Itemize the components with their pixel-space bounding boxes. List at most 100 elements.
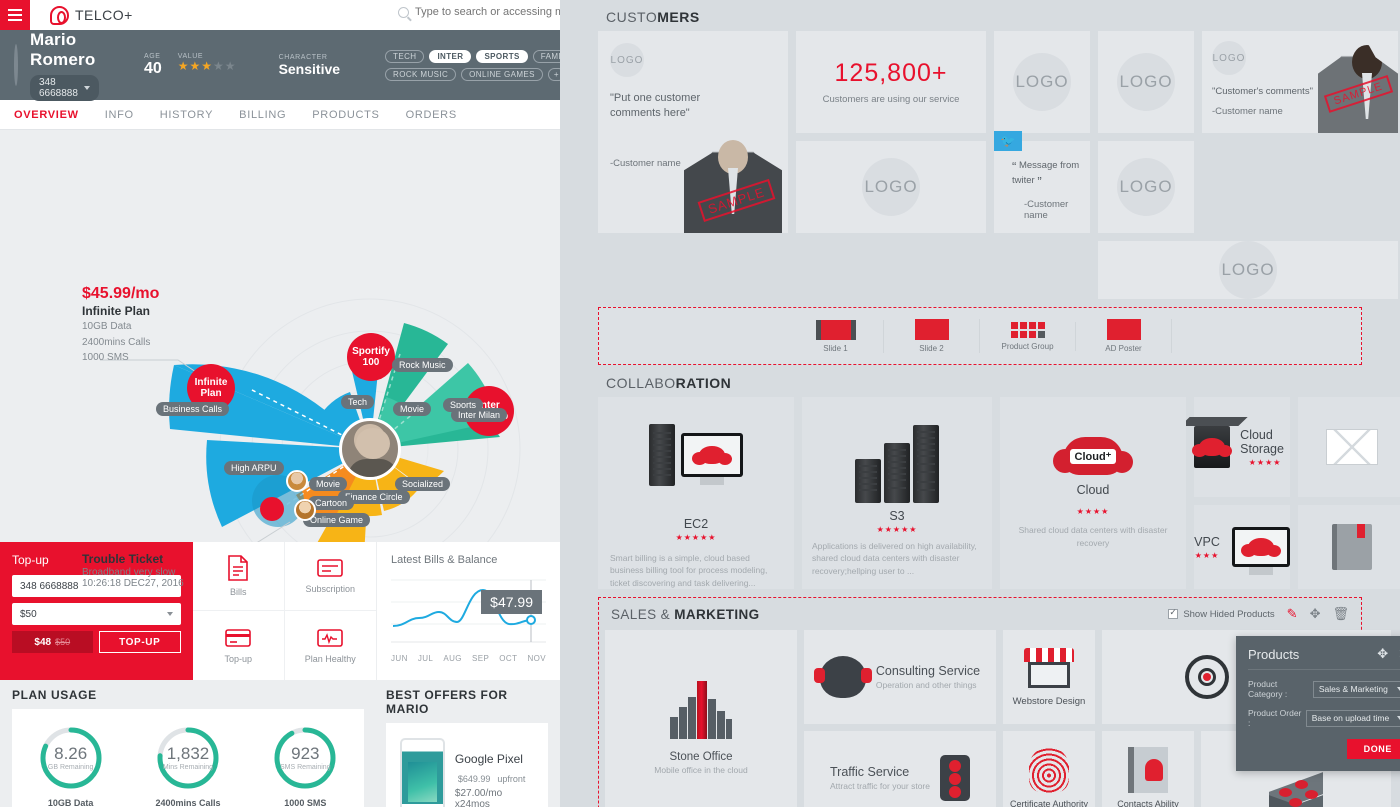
partner-logo-5[interactable]: LOGO	[1098, 241, 1398, 299]
product-desc: Attract traffic for your store	[830, 781, 930, 791]
quick-action-label: Subscription	[305, 584, 356, 594]
show-hidden-products-checkbox[interactable]: Show Hided Products	[1168, 607, 1275, 620]
product-contacts-ability[interactable]: Contacts Ability	[1102, 731, 1194, 807]
chip-business-calls[interactable]: Business Calls	[156, 402, 230, 416]
logo-placeholder: LOGO	[1013, 53, 1071, 111]
slide-label: AD Poster	[1105, 344, 1142, 353]
offer-card[interactable]: Google Pixel $649.99 upfront $27.00/mo x…	[386, 723, 548, 807]
partner-logo-1[interactable]: LOGO	[994, 31, 1090, 133]
products-dialog[interactable]: Products ✥ ✕ Product Category : Sales & …	[1236, 636, 1400, 771]
quick-action-plan-healthy[interactable]: Plan Healthy	[285, 611, 377, 680]
collab-item-contacts[interactable]	[1298, 505, 1400, 589]
partner-logo-4[interactable]: LOGO	[1098, 141, 1194, 233]
product-certificate-authority[interactable]: Certificate Authority	[1003, 731, 1095, 807]
product-consulting-service[interactable]: Consulting Service Operation and other t…	[804, 630, 996, 724]
customer-panel: TELCO+ Mario Romero 348 6668888 AGE 40	[0, 0, 560, 807]
twitter-testimonial[interactable]: 🐦 “ Message from twiter ” -Customer name	[994, 131, 1090, 233]
tab-billing[interactable]: BILLING	[239, 109, 286, 121]
collab-item-stars: ★★★	[1194, 550, 1220, 560]
tab-orders[interactable]: ORDERS	[406, 109, 457, 121]
search-icon	[398, 6, 409, 18]
topup-amount-value: $50	[20, 608, 37, 620]
tag-rock-music[interactable]: ROCK MUSIC	[385, 67, 457, 81]
collab-item-name: VPC	[1194, 534, 1220, 549]
bubble-sportify[interactable]: Sportify 100	[347, 333, 395, 381]
tab-history[interactable]: HISTORY	[160, 109, 213, 121]
usage-item-sms: 923 SMS Remaining 1000 SMS	[272, 725, 338, 807]
topup-submit-button[interactable]: TOP-UP	[98, 631, 181, 653]
marketing-panel: CUSTOMERS LOGO "Put one customer comment…	[560, 0, 1400, 807]
product-order-select[interactable]: Base on upload time	[1305, 709, 1400, 727]
tab-overview[interactable]: OVERVIEW	[14, 109, 79, 121]
product-traffic-service[interactable]: Traffic Service Attract traffic for your…	[804, 731, 996, 807]
collab-item-vpc[interactable]: VPC ★★★	[1194, 505, 1290, 589]
tag-online-games[interactable]: ONLINE GAMES	[461, 67, 543, 81]
collab-item-s3[interactable]: S3 ★★★★★ Applications is delivered on hi…	[802, 397, 992, 589]
offers-title: BEST OFFERS FOR MARIO	[386, 688, 508, 716]
customer-testimonial-1[interactable]: LOGO "Put one customer comments here" -C…	[598, 31, 788, 233]
tag-family[interactable]: FAMILY	[532, 49, 560, 63]
phone-selector[interactable]: 348 6668888	[30, 74, 99, 101]
slide-label: Slide 2	[919, 344, 944, 353]
chip-rock-music[interactable]: Rock Music	[392, 358, 453, 372]
slide-item-ad-poster[interactable]: AD Poster	[1076, 319, 1172, 353]
move-icon[interactable]: ✥	[1310, 606, 1321, 622]
chip-socialized[interactable]: Socialized	[395, 477, 451, 491]
slide-item-product-group[interactable]: Product Group	[980, 321, 1076, 351]
tab-info[interactable]: INFO	[105, 109, 134, 121]
search-input[interactable]	[415, 6, 560, 18]
related-contact-avatar-2[interactable]	[294, 499, 316, 521]
customer-count-caption: Customers are using our service	[822, 94, 960, 105]
bubble-label: Infinite Plan	[194, 377, 228, 399]
slides-strip: Slide 1 Slide 2 Product Group AD Poster	[598, 307, 1362, 365]
chip-high-arpu[interactable]: High ARPU	[224, 461, 284, 475]
slide-item-1[interactable]: Slide 1	[788, 319, 884, 353]
subscription-icon	[317, 559, 344, 577]
tag-inter[interactable]: INTER	[429, 49, 472, 63]
chip-movie-top[interactable]: Movie	[393, 402, 432, 416]
product-stone-office[interactable]: Stone Office Mobile office in the cloud	[605, 630, 797, 807]
chip-tech[interactable]: Tech	[341, 395, 375, 409]
tag-sports[interactable]: SPORTS	[476, 49, 528, 63]
product-webstore-design[interactable]: Webstore Design	[1003, 630, 1095, 724]
chip-movie[interactable]: Movie	[309, 477, 348, 491]
product-order-value: Base on upload time	[1311, 713, 1390, 723]
add-tag-button[interactable]: +	[547, 67, 560, 81]
quick-action-bills[interactable]: Bills	[193, 542, 285, 611]
tab-products[interactable]: PRODUCTS	[312, 109, 379, 121]
related-contact-avatar-1[interactable]	[286, 470, 308, 492]
quick-actions-grid: Bills Subscription Top-up Plan Healthy	[193, 542, 376, 680]
usage-unit: GB Remaining	[47, 764, 94, 771]
partner-logo-2[interactable]: LOGO	[1098, 31, 1194, 133]
partner-logo-3[interactable]: LOGO	[796, 141, 986, 233]
collab-item-ec2[interactable]: EC2 ★★★★★ Smart billing is a simple, clo…	[598, 397, 794, 589]
quote-close-icon: ”	[1037, 174, 1042, 189]
slide-item-2[interactable]: Slide 2	[884, 319, 980, 353]
quick-action-subscription[interactable]: Subscription	[284, 542, 376, 611]
quick-action-topup[interactable]: Top-up	[193, 611, 285, 680]
collab-item-mail[interactable]	[1298, 397, 1400, 497]
hamburger-icon[interactable]	[0, 0, 30, 30]
product-name: Certificate Authority	[1009, 799, 1089, 807]
headset-agent-icon	[813, 656, 872, 698]
collab-item-cloud-storage[interactable]: Cloud Storage ★★★★	[1192, 397, 1290, 497]
product-category-select[interactable]: Sales & Marketing	[1312, 680, 1400, 698]
global-search[interactable]	[398, 6, 560, 18]
tag-tech[interactable]: TECH	[385, 49, 425, 63]
product-name: Contacts Ability	[1117, 799, 1179, 807]
topup-price-now: $48	[34, 636, 52, 648]
delete-icon[interactable]: 🗑	[1332, 606, 1349, 622]
edit-icon[interactable]: ✎	[1287, 606, 1298, 622]
chip-inter-milan[interactable]: Inter Milan	[451, 408, 508, 422]
contacts-card-icon	[1128, 747, 1168, 793]
product-name: Traffic Service	[830, 765, 910, 779]
plan-usage-title: PLAN USAGE	[12, 688, 97, 702]
move-icon[interactable]: ✥	[1377, 646, 1388, 662]
done-button[interactable]: DONE	[1346, 739, 1400, 759]
collab-item-name: EC2	[683, 517, 709, 531]
collab-item-cloud[interactable]: Cloud⁺ Cloud ★★★★ Shared cloud data cent…	[1000, 397, 1186, 589]
brand-logo[interactable]: TELCO+	[50, 5, 133, 25]
customer-testimonial-2[interactable]: LOGO "Customer's comments" -Customer nam…	[1202, 31, 1398, 133]
bubble-label: Sportify 100	[352, 346, 390, 368]
topup-amount-select[interactable]: $50	[12, 603, 181, 625]
